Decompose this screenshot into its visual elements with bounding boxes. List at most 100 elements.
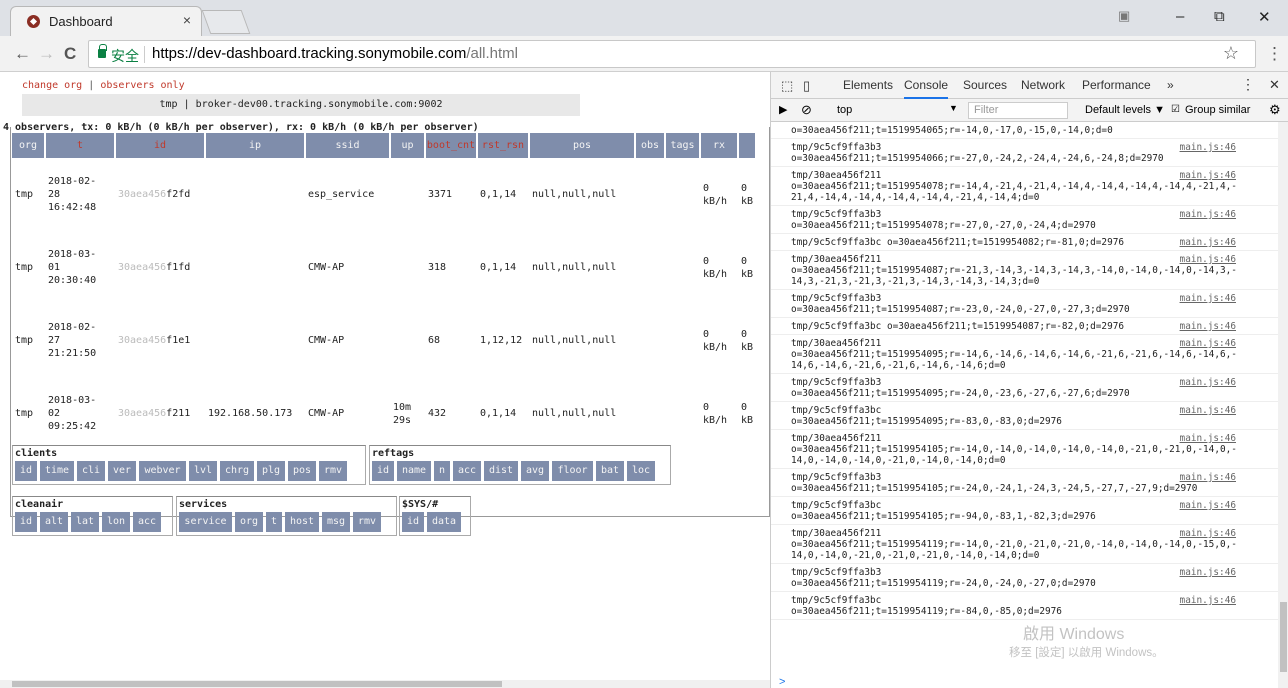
- tab-console[interactable]: Console: [904, 78, 949, 99]
- cleanair-field-acc[interactable]: acc: [133, 512, 161, 532]
- observers-only-link[interactable]: observers only: [100, 80, 184, 91]
- console-settings-icon[interactable]: ⚙: [1269, 102, 1281, 118]
- device-toolbar-icon[interactable]: ▯: [803, 78, 810, 94]
- column-header-t[interactable]: t: [45, 133, 116, 158]
- console-source-link[interactable]: main.js:46: [1180, 293, 1236, 304]
- console-source-link[interactable]: main.js:46: [1180, 528, 1236, 539]
- services-field-service[interactable]: service: [179, 512, 232, 532]
- back-button[interactable]: ←: [14, 44, 31, 64]
- reftags-field-n[interactable]: n: [434, 461, 450, 481]
- cleanair-field-id[interactable]: id: [15, 512, 37, 532]
- services-field-host[interactable]: host: [285, 512, 319, 532]
- url-text[interactable]: https://dev-dashboard.tracking.sonymobil…: [152, 45, 518, 62]
- tab-elements[interactable]: Elements: [843, 78, 893, 92]
- sidebar-toggle-icon[interactable]: ▶: [779, 103, 787, 116]
- column-header-id[interactable]: id: [115, 133, 206, 158]
- console-prompt[interactable]: >: [779, 676, 785, 688]
- clients-field-chrg[interactable]: chrg: [220, 461, 254, 481]
- table-row[interactable]: tmp 2018-03- 01 20:30:40 30aea456f1fd CMW-A…: [12, 231, 756, 304]
- column-header-org[interactable]: org: [12, 133, 46, 158]
- bookmark-star-icon[interactable]: ☆: [1223, 43, 1239, 64]
- console-filter-input[interactable]: Filter: [968, 102, 1068, 119]
- services-field-msg[interactable]: msg: [322, 512, 350, 532]
- column-header-ip[interactable]: ip: [205, 133, 306, 158]
- tab-performance[interactable]: Performance: [1082, 78, 1151, 92]
- tab-sources[interactable]: Sources: [963, 78, 1007, 92]
- browser-menu-icon[interactable]: ⋮: [1266, 44, 1283, 64]
- column-header-rst-rsn[interactable]: rst_rsn: [477, 133, 530, 158]
- change-org-link[interactable]: change org: [22, 80, 82, 91]
- console-source-link[interactable]: main.js:46: [1180, 472, 1236, 483]
- console-source-link[interactable]: main.js:46: [1180, 321, 1236, 332]
- url-input[interactable]: 安全 https://dev-dashboard.tracking.sonymo…: [88, 40, 1256, 68]
- reftags-field-floor[interactable]: floor: [552, 461, 593, 481]
- horizontal-scrollbar[interactable]: [0, 680, 770, 688]
- context-selector[interactable]: top: [837, 104, 852, 116]
- clients-field-time[interactable]: time: [40, 461, 74, 481]
- reftags-field-id[interactable]: id: [372, 461, 394, 481]
- minimize-button[interactable]: –: [1176, 8, 1184, 25]
- log-levels-dropdown[interactable]: Default levels ▼: [1085, 104, 1165, 116]
- console-source-link[interactable]: main.js:46: [1180, 237, 1236, 248]
- close-window-button[interactable]: ✕: [1258, 8, 1271, 26]
- column-header-tags[interactable]: tags: [665, 133, 701, 158]
- cleanair-field-alt[interactable]: alt: [40, 512, 68, 532]
- group-similar-checkbox[interactable]: ☑: [1171, 104, 1180, 115]
- reftags-field-avg[interactable]: avg: [521, 461, 549, 481]
- console-source-link[interactable]: main.js:46: [1180, 595, 1236, 606]
- column-header-rx[interactable]: rx: [700, 133, 739, 158]
- inspect-icon[interactable]: ⬚: [781, 78, 793, 94]
- services-field-t[interactable]: t: [266, 512, 282, 532]
- context-dropdown-icon[interactable]: ▼: [949, 103, 958, 113]
- console-source-link[interactable]: main.js:46: [1180, 170, 1236, 181]
- table-row[interactable]: tmp 2018-02- 28 16:42:48 30aea456f2fd esp_s…: [12, 158, 756, 231]
- cleanair-field-lon[interactable]: lon: [102, 512, 130, 532]
- reftags-field-acc[interactable]: acc: [453, 461, 481, 481]
- sys-field-id[interactable]: id: [402, 512, 424, 532]
- forward-button[interactable]: →: [38, 44, 55, 64]
- sys-field-data[interactable]: data: [427, 512, 461, 532]
- clients-field-webver[interactable]: webver: [139, 461, 186, 481]
- devtools-menu-icon[interactable]: ⋮: [1241, 76, 1255, 93]
- reftags-field-name[interactable]: name: [397, 461, 431, 481]
- clear-console-icon[interactable]: ⊘: [801, 102, 812, 118]
- services-field-org[interactable]: org: [235, 512, 263, 532]
- column-header-obs[interactable]: obs: [635, 133, 666, 158]
- console-source-link[interactable]: main.js:46: [1180, 254, 1236, 265]
- reload-button[interactable]: C: [64, 44, 76, 64]
- table-row[interactable]: tmp 2018-03- 02 09:25:42 30aea456f211 192.1…: [12, 377, 756, 450]
- console-source-link[interactable]: main.js:46: [1180, 500, 1236, 511]
- console-source-link[interactable]: main.js:46: [1180, 567, 1236, 578]
- console-scrollbar[interactable]: [1278, 122, 1288, 688]
- console-source-link[interactable]: main.js:46: [1180, 433, 1236, 444]
- clients-field-pos[interactable]: pos: [288, 461, 316, 481]
- reftags-field-bat[interactable]: bat: [596, 461, 624, 481]
- column-header-tx[interactable]: [738, 133, 758, 158]
- column-header-boot-cnt[interactable]: boot_cnt: [425, 133, 478, 158]
- column-header-up[interactable]: up: [390, 133, 426, 158]
- services-field-rmv[interactable]: rmv: [353, 512, 381, 532]
- console-source-link[interactable]: main.js:46: [1180, 209, 1236, 220]
- table-row[interactable]: tmp 2018-02- 27 21:21:50 30aea456f1e1 CMW-A…: [12, 304, 756, 377]
- clients-field-lvl[interactable]: lvl: [189, 461, 217, 481]
- clients-field-rmv[interactable]: rmv: [319, 461, 347, 481]
- reftags-field-loc[interactable]: loc: [627, 461, 655, 481]
- restore-button[interactable]: ⧉: [1214, 8, 1225, 25]
- new-tab-button[interactable]: [201, 10, 251, 34]
- clients-field-id[interactable]: id: [15, 461, 37, 481]
- console-scroll-thumb[interactable]: [1280, 602, 1287, 672]
- console-source-link[interactable]: main.js:46: [1180, 142, 1236, 153]
- clients-field-ver[interactable]: ver: [108, 461, 136, 481]
- horizontal-scroll-thumb[interactable]: [12, 681, 502, 687]
- devtools-close-icon[interactable]: ✕: [1269, 77, 1280, 93]
- console-source-link[interactable]: main.js:46: [1180, 377, 1236, 388]
- tab-close-icon[interactable]: ×: [183, 12, 191, 28]
- profile-icon[interactable]: ▣: [1118, 8, 1130, 24]
- clients-field-cli[interactable]: cli: [77, 461, 105, 481]
- more-tabs-icon[interactable]: »: [1167, 78, 1174, 92]
- tab-network[interactable]: Network: [1021, 78, 1065, 92]
- column-header-ssid[interactable]: ssid: [305, 133, 391, 158]
- column-header-pos[interactable]: pos: [529, 133, 636, 158]
- reftags-field-dist[interactable]: dist: [484, 461, 518, 481]
- console-source-link[interactable]: main.js:46: [1180, 405, 1236, 416]
